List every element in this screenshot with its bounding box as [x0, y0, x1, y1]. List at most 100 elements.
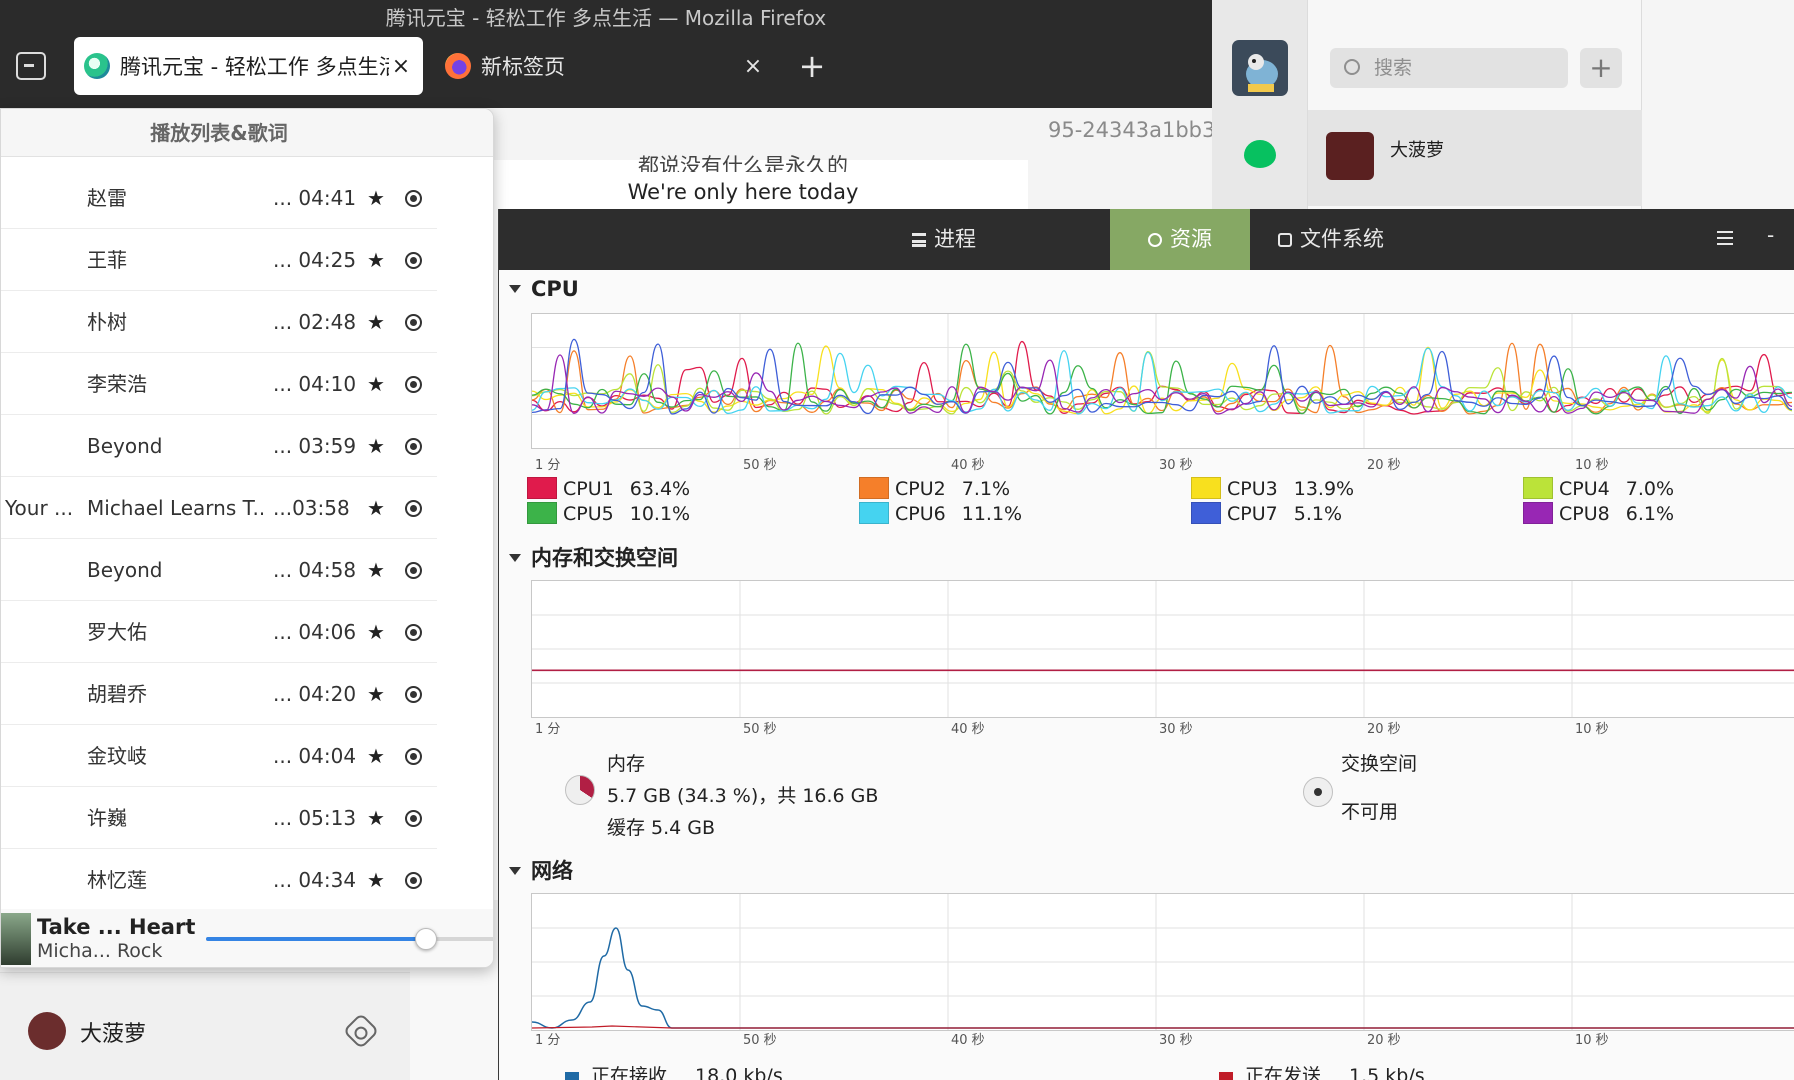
tab-yuanbao[interactable]: 腾讯元宝 - 轻松工作 多点生活 ×	[74, 37, 423, 95]
album-art[interactable]	[1, 913, 31, 965]
table-row[interactable]: Beyond ... 04:58 ★	[1, 539, 437, 601]
now-playing-artist: Micha... Rock	[37, 940, 163, 962]
table-row[interactable]: 林忆莲 ... 04:34 ★	[1, 849, 437, 911]
song-duration: ... 03:59	[273, 434, 357, 458]
favorite-star-icon[interactable]: ★	[367, 725, 385, 787]
favorite-star-icon[interactable]: ★	[367, 167, 385, 229]
locate-song-icon[interactable]	[405, 562, 422, 579]
avatar[interactable]	[1232, 40, 1288, 96]
new-tab-button[interactable]: +	[794, 44, 830, 88]
color-swatch[interactable]	[859, 477, 889, 499]
cpu-legend-item[interactable]: CPU8 6.1%	[1523, 502, 1674, 525]
table-row[interactable]: 罗大佑 ... 04:06 ★	[1, 601, 437, 663]
favorite-star-icon[interactable]: ★	[367, 229, 385, 291]
locate-song-icon[interactable]	[405, 252, 422, 269]
table-row[interactable]: 许巍 ... 05:13 ★	[1, 787, 437, 849]
locate-song-icon[interactable]	[405, 376, 422, 393]
color-swatch[interactable]	[1523, 477, 1553, 499]
song-title: Your ...	[5, 496, 74, 520]
cpu-legend-item[interactable]: CPU2 7.1%	[859, 477, 1010, 500]
time-tick-label: 10 秒	[1575, 1033, 1609, 1048]
favorite-star-icon[interactable]: ★	[367, 663, 385, 725]
avatar[interactable]	[28, 1012, 66, 1050]
favorite-star-icon[interactable]: ★	[367, 477, 385, 539]
search-input[interactable]: 搜索	[1330, 48, 1568, 88]
tab-close-icon[interactable]: ×	[741, 54, 765, 79]
favorite-star-icon[interactable]: ★	[367, 291, 385, 353]
tab-processes[interactable]: 进程	[859, 209, 1029, 270]
table-row[interactable]: Your ... Michael Learns T... ...03:58 ★	[1, 477, 437, 539]
tab-label: 资源	[1170, 227, 1212, 251]
table-row[interactable]: 王菲 ... 04:25 ★	[1, 229, 437, 291]
add-button[interactable]: +	[1580, 48, 1622, 88]
minimize-button[interactable]: -	[1767, 223, 1774, 247]
cpu-legend-item[interactable]: CPU1 63.4%	[527, 477, 690, 500]
cpu-value: 6.1%	[1625, 503, 1675, 525]
time-tick-label: 1 分	[535, 722, 561, 737]
playlist-header: 播放列表&歌词 – □ ×	[1, 109, 493, 157]
receive-value: 18.0 kb/s	[695, 1065, 783, 1080]
graph-grid	[532, 894, 1794, 1030]
locate-song-icon[interactable]	[405, 748, 422, 765]
color-swatch[interactable]	[1191, 477, 1221, 499]
time-tick-label: 40 秒	[951, 1033, 985, 1048]
tab-manager-icon[interactable]	[16, 52, 46, 80]
list-icon	[912, 233, 926, 247]
locate-song-icon[interactable]	[405, 314, 422, 331]
progress-handle[interactable]	[415, 928, 438, 950]
tab-new-tab[interactable]: 新标签页 ×	[435, 37, 775, 95]
section-title: 内存和交换空间	[531, 546, 678, 570]
cpu-legend-item[interactable]: CPU6 11.1%	[859, 502, 1022, 525]
color-swatch[interactable]	[859, 502, 889, 524]
table-row[interactable]: 金玟岐 ... 04:04 ★	[1, 725, 437, 787]
now-playing-title: Take ... Heart	[37, 915, 196, 939]
favorite-star-icon[interactable]: ★	[367, 415, 385, 477]
table-row[interactable]: 胡碧乔 ... 04:20 ★	[1, 663, 437, 725]
color-swatch[interactable]	[527, 502, 557, 524]
favorite-star-icon[interactable]: ★	[367, 539, 385, 601]
cpu-section-toggle[interactable]: CPU	[509, 277, 579, 301]
tab-close-icon[interactable]: ×	[389, 54, 413, 79]
tab-resources[interactable]: 资源	[1110, 209, 1250, 270]
cpu-legend-item[interactable]: CPU3 13.9%	[1191, 477, 1354, 500]
progress-slider[interactable]	[206, 928, 493, 950]
locate-song-icon[interactable]	[405, 500, 422, 517]
color-swatch[interactable]	[1523, 502, 1553, 524]
tab-filesystems[interactable]: 文件系统	[1251, 209, 1411, 270]
memory-section-toggle[interactable]: 内存和交换空间	[509, 542, 678, 572]
color-swatch[interactable]	[527, 477, 557, 499]
table-row[interactable]: 赵雷 ... 04:41 ★	[1, 167, 437, 229]
table-row[interactable]: Beyond ... 03:59 ★	[1, 415, 437, 477]
network-section-toggle[interactable]: 网络	[509, 855, 573, 885]
locate-song-icon[interactable]	[405, 190, 422, 207]
locate-song-icon[interactable]	[405, 810, 422, 827]
locate-song-icon[interactable]	[405, 872, 422, 889]
playlist-list: 赵雷 ... 04:41 ★ 王菲 ... 04:25 ★ 朴树 ... 02:48 ★ 李荣浩.…	[1, 167, 437, 911]
chat-bubble-icon[interactable]	[1244, 140, 1276, 168]
song-artist: Beyond	[87, 434, 163, 458]
contact-avatar	[1326, 132, 1374, 180]
song-duration: ... 04:58	[273, 558, 357, 582]
locate-song-icon[interactable]	[405, 686, 422, 703]
cpu-legend-item[interactable]: CPU7 5.1%	[1191, 502, 1342, 525]
table-row[interactable]: 朴树 ... 02:48 ★	[1, 291, 437, 353]
table-row[interactable]: 李荣浩 ... 04:10 ★	[1, 353, 437, 415]
search-icon	[1344, 59, 1360, 75]
favorite-star-icon[interactable]: ★	[367, 353, 385, 415]
locate-song-icon[interactable]	[405, 438, 422, 455]
monitor-header: 进程 资源 文件系统 -	[499, 209, 1794, 270]
cpu-legend-item[interactable]: CPU4 7.0%	[1523, 477, 1674, 500]
hamburger-menu-icon[interactable]	[1717, 231, 1733, 245]
favorite-star-icon[interactable]: ★	[367, 601, 385, 663]
cpu-history-graph	[531, 313, 1794, 449]
favorite-star-icon[interactable]: ★	[367, 787, 385, 849]
user-name: 大菠萝	[80, 1022, 147, 1047]
cpu-legend-item[interactable]: CPU5 10.1%	[527, 502, 690, 525]
cartoon-avatar-icon	[1246, 54, 1278, 92]
firefox-logo-icon	[445, 53, 471, 79]
color-swatch[interactable]	[1191, 502, 1221, 524]
locate-song-icon[interactable]	[405, 624, 422, 641]
song-duration: ... 04:41	[273, 186, 357, 210]
favorite-star-icon[interactable]: ★	[367, 849, 385, 911]
time-tick-label: 50 秒	[743, 458, 777, 473]
